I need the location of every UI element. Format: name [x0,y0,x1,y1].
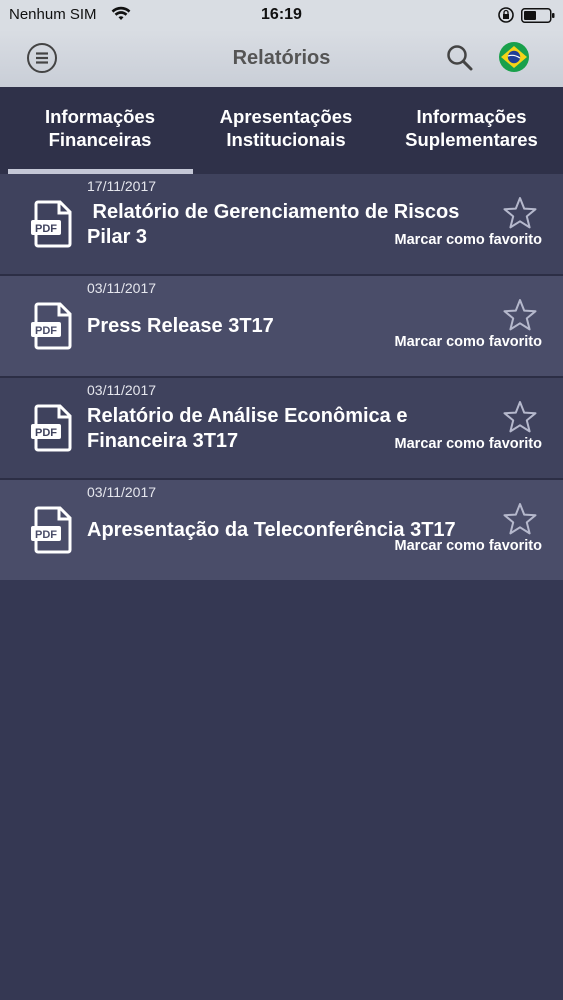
tab-apresentacoes-institucionais[interactable]: Apresentações Institucionais [192,105,380,155]
pdf-file-icon: PDF [31,404,72,452]
svg-text:PDF: PDF [35,325,57,337]
battery-icon [521,8,555,23]
svg-text:PDF: PDF [35,529,57,541]
report-date: 03/11/2017 [87,484,157,500]
report-row[interactable]: 03/11/2017 PDF Relatório de Análise Econ… [0,378,563,478]
star-icon[interactable] [502,400,538,434]
svg-text:PDF: PDF [35,427,57,439]
report-date: 17/11/2017 [87,178,157,194]
status-bar: Nenhum SIM 16:19 [0,0,563,30]
pdf-file-icon: PDF [31,200,72,248]
favorite-label[interactable]: Marcar como favorito [395,538,542,554]
orientation-lock-icon [498,7,514,23]
star-icon[interactable] [502,298,538,332]
report-row[interactable]: 17/11/2017 PDF Relatório de Gerenciament… [0,174,563,274]
report-date: 03/11/2017 [87,280,157,296]
report-date: 03/11/2017 [87,382,157,398]
star-icon[interactable] [502,502,538,536]
favorite-label[interactable]: Marcar como favorito [395,436,542,452]
tab-informacoes-suplementares[interactable]: Informações Suplementares [380,105,563,155]
nav-bar: Relatórios [0,30,563,87]
page-title: Relatórios [232,47,331,69]
star-icon[interactable] [502,196,538,230]
favorite-label[interactable]: Marcar como favorito [395,232,542,248]
brazil-flag-icon[interactable] [498,41,530,73]
tab-bar: Informações Financeiras Apresentações In… [0,87,563,174]
pdf-file-icon: PDF [31,506,72,554]
pdf-file-icon: PDF [31,302,72,350]
status-time: 16:19 [261,6,302,23]
search-icon[interactable] [445,43,475,73]
svg-text:PDF: PDF [35,223,57,235]
report-row[interactable]: 03/11/2017 PDF Apresentação da Teleconfe… [0,480,563,580]
favorite-label[interactable]: Marcar como favorito [395,334,542,350]
tab-informacoes-financeiras[interactable]: Informações Financeiras [8,105,192,155]
report-row[interactable]: 03/11/2017 PDF Press Release 3T17 Marcar… [0,276,563,376]
